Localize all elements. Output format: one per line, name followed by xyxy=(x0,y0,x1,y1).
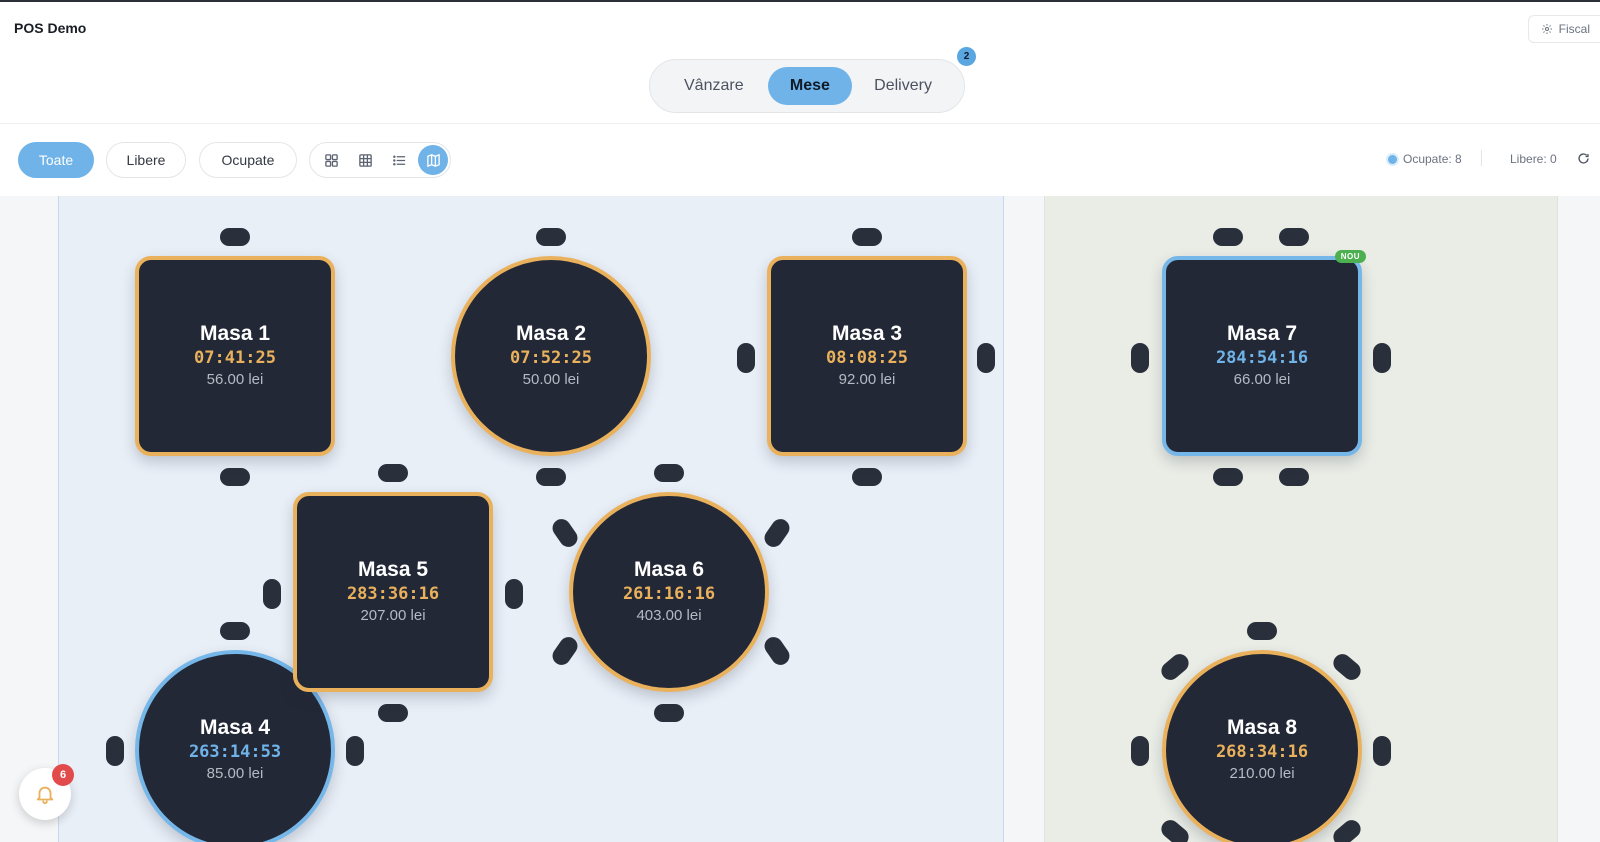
chair xyxy=(852,468,882,486)
chair xyxy=(536,468,566,486)
notification-count-badge: 6 xyxy=(52,764,74,786)
chair xyxy=(106,736,124,766)
chair xyxy=(1131,736,1149,766)
view-list-button[interactable] xyxy=(382,145,416,175)
new-badge: NOU xyxy=(1334,250,1366,263)
table-name: Masa 3 xyxy=(831,322,903,345)
view-map-button[interactable] xyxy=(418,145,448,175)
view-mode-group xyxy=(309,142,451,178)
list-icon xyxy=(392,155,405,165)
filter-occupied-button[interactable]: Ocupate xyxy=(199,142,297,178)
chair xyxy=(1131,343,1149,373)
table-timer: 08:08:25 xyxy=(826,348,908,368)
chair xyxy=(977,343,995,373)
table-amount: 56.00 lei xyxy=(206,371,264,388)
table-timer: 263:14:53 xyxy=(188,742,282,762)
chair xyxy=(654,464,684,482)
table-name: Masa 7 xyxy=(1226,322,1298,345)
chair xyxy=(737,343,755,373)
table-timer: 07:52:25 xyxy=(510,348,592,368)
chair xyxy=(1213,228,1243,246)
gear-icon xyxy=(1541,24,1552,34)
filter-all-button[interactable]: Toate xyxy=(18,142,94,178)
app-title: POS Demo xyxy=(14,20,87,36)
chair xyxy=(220,468,250,486)
chair xyxy=(654,704,684,722)
table-amount: 207.00 lei xyxy=(360,607,426,624)
chair xyxy=(220,228,250,246)
table-name: Masa 4 xyxy=(199,716,271,739)
grid-large-icon xyxy=(358,153,372,167)
table-amount: 403.00 lei xyxy=(636,607,702,624)
chair xyxy=(505,579,523,609)
table-name: Masa 5 xyxy=(357,558,429,581)
table-amount: 210.00 lei xyxy=(1229,765,1295,782)
chair xyxy=(378,704,408,722)
table-amount: 66.00 lei xyxy=(1233,371,1291,388)
header-divider xyxy=(0,123,1600,124)
view-grid-large-button[interactable] xyxy=(348,145,382,175)
chair xyxy=(1373,343,1391,373)
table-timer: 284:54:16 xyxy=(1215,348,1309,368)
tab-delivery-label: Delivery xyxy=(874,77,932,94)
chair xyxy=(378,464,408,482)
free-count-label: Libere: 0 xyxy=(1510,152,1557,166)
table-timer: 261:16:16 xyxy=(622,584,716,604)
chair xyxy=(852,228,882,246)
chair xyxy=(1373,736,1391,766)
delivery-count-badge: 2 xyxy=(957,47,976,66)
table-masa-7[interactable]: NOU Masa 7 284:54:16 66.00 lei xyxy=(1162,250,1366,456)
tab-mese[interactable]: Mese xyxy=(767,67,853,105)
tab-delivery[interactable]: Delivery 2 xyxy=(852,47,976,105)
chair xyxy=(263,579,281,609)
table-name: Masa 1 xyxy=(199,322,271,345)
table-name: Masa 2 xyxy=(515,322,587,345)
table-amount: 85.00 lei xyxy=(206,765,264,782)
chair xyxy=(1213,468,1243,486)
filter-free-button[interactable]: Libere xyxy=(106,142,186,178)
chair xyxy=(346,736,364,766)
table-timer: 268:34:16 xyxy=(1215,742,1309,762)
top-border xyxy=(0,0,1600,2)
table-masa-1[interactable]: Masa 1 07:41:25 56.00 lei xyxy=(135,256,335,456)
chair xyxy=(220,622,250,640)
fiscal-label: Fiscal xyxy=(1558,22,1590,36)
chair xyxy=(1279,228,1309,246)
occupied-count: Ocupate: 8 xyxy=(1388,152,1462,166)
tab-vanzare[interactable]: Vânzare xyxy=(660,67,768,105)
table-timer: 07:41:25 xyxy=(194,348,276,368)
table-timer: 283:36:16 xyxy=(346,584,440,604)
fiscal-button[interactable]: Fiscal xyxy=(1527,15,1600,43)
grid-small-icon xyxy=(324,153,338,167)
table-amount: 50.00 lei xyxy=(522,371,580,388)
occupied-count-label: Ocupate: 8 xyxy=(1403,152,1462,166)
table-amount: 92.00 lei xyxy=(838,371,896,388)
table-masa-8[interactable]: Masa 8 268:34:16 210.00 lei xyxy=(1162,650,1362,842)
refresh-icon[interactable] xyxy=(1577,152,1590,165)
chair xyxy=(1279,468,1309,486)
table-masa-3[interactable]: Masa 3 08:08:25 92.00 lei xyxy=(767,256,967,456)
table-masa-5[interactable]: Masa 5 283:36:16 207.00 lei xyxy=(293,492,493,692)
table-name: Masa 6 xyxy=(633,558,705,581)
stats-divider xyxy=(1481,150,1482,166)
chair xyxy=(1247,622,1277,640)
view-grid-small-button[interactable] xyxy=(314,145,348,175)
mode-tabs: Vânzare Mese Delivery 2 xyxy=(649,47,976,113)
bell-icon xyxy=(36,786,54,805)
chair xyxy=(536,228,566,246)
table-masa-2[interactable]: Masa 2 07:52:25 50.00 lei xyxy=(451,256,651,456)
table-masa-6[interactable]: Masa 6 261:16:16 403.00 lei xyxy=(569,492,769,692)
table-name: Masa 8 xyxy=(1226,716,1298,739)
occupied-dot-icon xyxy=(1388,154,1397,164)
floor-plan: Masa 1 07:41:25 56.00 lei Masa 2 07:52:2… xyxy=(0,196,1600,842)
notifications-button[interactable]: 6 xyxy=(19,764,74,820)
map-icon xyxy=(426,153,440,167)
